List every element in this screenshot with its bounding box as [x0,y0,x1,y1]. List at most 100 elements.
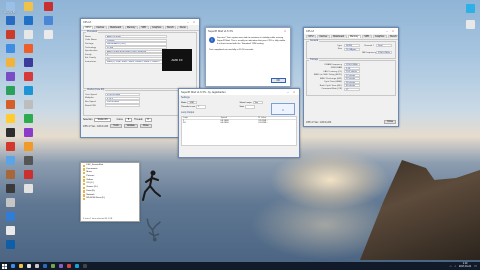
cpuz-title: CPU-Z [83,20,91,24]
start-button[interactable] [0,262,9,270]
ok-button[interactable]: OK [270,78,286,83]
close-button[interactable]: Close [139,124,152,128]
desktop-icon[interactable] [20,114,36,123]
app-icon [58,263,64,269]
desktop-icon[interactable] [462,20,478,29]
channel-row: Channel # Dual [360,44,394,48]
desktop-icon[interactable] [2,240,18,249]
selection-dropdown[interactable]: Socket #1 [94,118,111,122]
desktop-icon[interactable] [2,16,18,25]
app-icon [5,114,15,123]
desktop-icon[interactable] [40,30,56,39]
desktop-icon[interactable] [20,16,36,25]
tab-bench[interactable]: Bench [164,26,177,29]
field-value[interactable] [245,105,256,109]
folder-icon [83,175,86,179]
close-icon[interactable]: × [191,20,197,24]
desktop-icon[interactable] [2,184,18,193]
success-dialog[interactable]: SuperPi Mod v1.5 XS × i Success! Your sy… [205,27,291,87]
desktop-icon[interactable] [2,198,18,207]
file-explorer-panel[interactable]: FSP_ScreenShot Documents Music Pictures Vide… [80,162,140,222]
cpuz-memory-footer: CPU-Z Ver. 1.80.0.x64 Close [304,119,398,125]
taskbar-app[interactable] [73,262,81,270]
dialog-message: Success! Your system was able to maintai… [217,37,286,45]
tab-graphics[interactable]: Graphics [372,35,387,38]
desktop-icon[interactable] [20,72,36,81]
desktop-icon[interactable] [2,156,18,165]
tab-mainboard[interactable]: Mainboard [107,26,124,29]
clock-rows: Core Speed 4700.00 MHz Multiplier x 23.5 Bus… [85,93,140,108]
desktop-icon[interactable] [20,170,36,179]
taskbar-app[interactable] [81,262,89,270]
network-icon[interactable]: ⌂ [450,264,452,268]
taskbar-app[interactable] [57,262,65,270]
desktop-icon[interactable] [2,58,18,67]
folder-icon [83,172,86,175]
tab-about[interactable]: About [177,26,189,29]
tab-memory[interactable]: Memory [124,26,138,29]
close-icon[interactable]: × [390,29,396,33]
volume-icon[interactable]: ♪ [454,264,456,268]
desktop-icon[interactable] [20,86,36,95]
app-icon [23,184,33,193]
desktop-icon[interactable] [20,184,36,193]
taskbar-app[interactable] [41,262,49,270]
desktop-icon[interactable] [2,72,18,81]
desktop-icon[interactable] [2,226,18,235]
desktop-icon[interactable] [20,44,36,53]
tab-spd[interactable]: SPD [138,26,149,29]
tab-spd[interactable]: SPD [361,35,372,38]
tab-caches[interactable]: Caches [93,26,107,29]
desktop-icon[interactable] [2,212,18,221]
desktop-icon[interactable] [2,44,18,53]
tab-memory[interactable]: Memory [347,35,361,38]
close-icon[interactable]: × [282,29,288,33]
field-value[interactable]: Yes [252,101,263,105]
clock[interactable]: 1:10 2017-01-21 [459,262,471,269]
taskbar-app[interactable] [25,262,33,270]
field-value[interactable]: 32M [187,101,198,105]
folder-icon [83,168,86,171]
field-value[interactable]: 1 [196,105,207,109]
cpuz-memory-window[interactable]: CPU-Z – × CPU Caches Mainboard Memory SPD Gra… [303,27,399,127]
desktop-icon[interactable] [20,58,36,67]
close-icon[interactable]: × [291,90,297,94]
field-label: Show Loops [239,101,252,104]
tab-mainboard[interactable]: Mainboard [330,35,347,38]
taskbar-app[interactable] [65,262,73,270]
desktop-icon[interactable] [462,4,478,13]
close-button[interactable]: Close [384,120,396,124]
superpi-window[interactable]: SuperPi Mod v1.9 XS - by Jeglehanfen – ×… [178,88,300,158]
desktop-icon[interactable] [2,128,18,137]
desktop-icon[interactable] [2,170,18,179]
desktop-icon[interactable] [40,2,56,11]
desktop-icon[interactable] [2,86,18,95]
desktop-icon[interactable] [20,2,36,11]
taskbar-app[interactable] [17,262,25,270]
tab-graphics[interactable]: Graphics [149,26,164,29]
row-value: 16 GBytes [344,47,360,51]
taskbar-app[interactable] [49,262,57,270]
tab-cpu[interactable]: CPU [83,26,93,29]
desktop-icon[interactable] [2,100,18,109]
desktop-icon[interactable] [2,142,18,151]
desktop-icon[interactable] [40,16,56,25]
desktop-icon[interactable] [2,114,18,123]
tab-bench[interactable]: Bench [387,35,398,38]
tab-caches[interactable]: Caches [316,35,330,38]
tab-cpu[interactable]: CPU [306,35,316,38]
list-item[interactable]: BD-ROM Drive (F:) [83,197,137,201]
desktop-icon[interactable] [20,142,36,151]
notifications-icon[interactable]: ▭ [474,264,477,268]
timing-rows: DRAM Frequency 1100.0 MHz FSB:DRAM 3:16 CAS#… [308,63,394,91]
tools-button[interactable]: Tools [110,124,122,128]
desktop-icon[interactable]: Recycle Bin [2,2,18,14]
taskbar-app[interactable] [9,262,17,270]
desktop-icon[interactable] [20,128,36,137]
desktop-icon[interactable] [2,30,18,39]
validate-button[interactable]: Validate [123,124,138,128]
desktop-icon[interactable] [20,30,36,39]
desktop-icon[interactable] [20,156,36,165]
taskbar-app[interactable] [33,262,41,270]
desktop-icon[interactable] [20,100,36,109]
